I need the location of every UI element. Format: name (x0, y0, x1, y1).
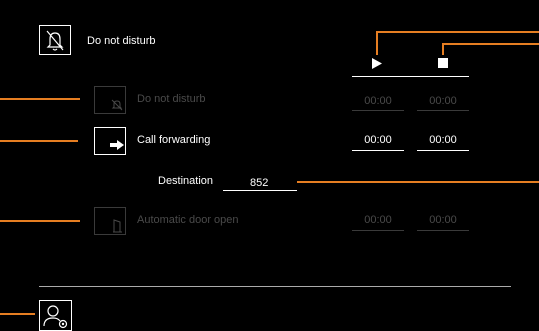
callout-line-row-dnd (0, 98, 80, 100)
dnd-header-icon-box (39, 25, 71, 55)
row-door-open-start-underline (352, 230, 404, 231)
dnd-settings-panel: Do not disturb Do not disturb 00:00 00:0… (0, 0, 539, 331)
row-door-open-label: Automatic door open (137, 214, 239, 226)
page-title: Do not disturb (87, 35, 156, 47)
bell-off-icon (111, 99, 123, 111)
user-settings-icon (43, 305, 68, 329)
destination-input[interactable]: 852 (250, 177, 268, 189)
callout-line-row-call-forwarding (0, 140, 78, 142)
door-icon (113, 219, 122, 233)
row-call-forwarding-end-time[interactable]: 00:00 (417, 134, 469, 146)
destination-underline (223, 190, 297, 191)
row-call-forwarding-start-time[interactable]: 00:00 (352, 134, 404, 146)
row-dnd-end-time[interactable]: 00:00 (417, 95, 469, 107)
callout-line-user-settings (0, 313, 35, 315)
callout-line-destination (297, 181, 539, 183)
row-call-forwarding-label: Call forwarding (137, 134, 211, 146)
row-door-open-end-underline (417, 230, 469, 231)
row-call-forwarding-start-underline (352, 150, 404, 151)
column-header-underline (352, 76, 469, 77)
row-dnd-toggle[interactable] (94, 86, 126, 114)
row-door-open-end-time[interactable]: 00:00 (417, 214, 469, 226)
stop-icon[interactable] (438, 58, 448, 68)
play-icon[interactable] (0, 0, 539, 331)
destination-label: Destination (158, 175, 214, 187)
callout-lines-column-headers (376, 31, 539, 55)
row-door-open-start-time[interactable]: 00:00 (352, 214, 404, 226)
row-call-forwarding-end-underline (417, 150, 469, 151)
forward-arrow-icon (110, 140, 124, 150)
row-call-forwarding-toggle[interactable] (94, 127, 126, 155)
bell-off-icon (46, 30, 64, 51)
row-door-open-toggle[interactable] (94, 207, 126, 235)
footer-divider (39, 286, 511, 287)
row-dnd-start-time[interactable]: 00:00 (352, 95, 404, 107)
callout-line-row-door-open (0, 220, 80, 222)
row-dnd-start-underline (352, 110, 404, 111)
row-dnd-end-underline (417, 110, 469, 111)
user-settings-button[interactable] (39, 300, 72, 331)
row-dnd-label: Do not disturb (137, 93, 206, 105)
